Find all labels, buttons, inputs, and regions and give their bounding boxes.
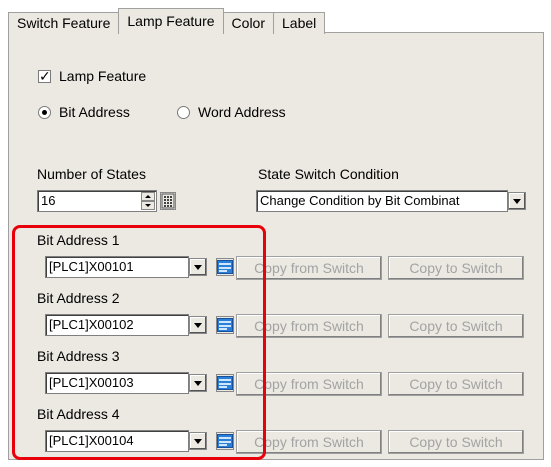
tab-switch-feature[interactable]: Switch Feature bbox=[8, 12, 120, 34]
lamp-feature-checkbox[interactable]: ✓ bbox=[38, 67, 51, 84]
tab-bar: Switch Feature Lamp Feature Color Label bbox=[8, 8, 326, 35]
address-input-button[interactable] bbox=[216, 374, 234, 392]
bit-address-label: Bit Address 1 bbox=[37, 232, 120, 248]
tab-color[interactable]: Color bbox=[222, 12, 275, 34]
address-keyboard-icon bbox=[217, 376, 233, 390]
spin-up-icon[interactable] bbox=[141, 192, 155, 201]
word-address-radio-row[interactable]: Word Address bbox=[177, 104, 286, 120]
word-address-radio[interactable] bbox=[177, 105, 190, 119]
tab-lamp-feature[interactable]: Lamp Feature bbox=[118, 8, 224, 35]
address-keyboard-icon bbox=[217, 318, 233, 332]
keypad-icon bbox=[161, 193, 175, 209]
spin-down-icon[interactable] bbox=[141, 201, 155, 210]
address-keyboard-icon bbox=[217, 260, 233, 274]
copy-to-switch-button[interactable]: Copy to Switch bbox=[388, 430, 524, 454]
bit-address-radio-row[interactable]: Bit Address bbox=[38, 104, 130, 120]
address-input-button[interactable] bbox=[216, 432, 234, 450]
copy-from-switch-button[interactable]: Copy from Switch bbox=[236, 256, 382, 280]
copy-to-switch-button[interactable]: Copy to Switch bbox=[388, 256, 524, 280]
chevron-down-icon[interactable] bbox=[189, 316, 207, 334]
states-spinner[interactable] bbox=[141, 192, 155, 210]
state-switch-condition-label: State Switch Condition bbox=[258, 166, 399, 182]
bit-address-label: Bit Address 3 bbox=[37, 348, 120, 364]
tab-label[interactable]: Label bbox=[273, 12, 326, 34]
bit-address-input[interactable]: [PLC1]X00103 bbox=[45, 372, 189, 394]
word-address-radio-label: Word Address bbox=[198, 104, 286, 120]
number-of-states-input[interactable]: 16 bbox=[37, 190, 157, 212]
copy-from-switch-button[interactable]: Copy from Switch bbox=[236, 430, 382, 454]
copy-from-switch-button[interactable]: Copy from Switch bbox=[236, 372, 382, 396]
keypad-button[interactable] bbox=[160, 192, 176, 210]
bit-address-label: Bit Address 2 bbox=[37, 290, 120, 306]
number-of-states-label: Number of States bbox=[37, 166, 146, 182]
lamp-feature-label: Lamp Feature bbox=[59, 68, 147, 84]
bit-address-input[interactable]: [PLC1]X00101 bbox=[45, 256, 189, 278]
state-switch-condition-select[interactable]: Change Condition by Bit Combinat bbox=[256, 190, 508, 212]
bit-address-input[interactable]: [PLC1]X00104 bbox=[45, 430, 189, 452]
chevron-down-icon[interactable] bbox=[508, 192, 526, 210]
address-input-button[interactable] bbox=[216, 316, 234, 334]
chevron-down-icon[interactable] bbox=[189, 432, 207, 450]
bit-address-radio[interactable] bbox=[38, 105, 51, 119]
chevron-down-icon[interactable] bbox=[189, 374, 207, 392]
copy-to-switch-button[interactable]: Copy to Switch bbox=[388, 314, 524, 338]
address-keyboard-icon bbox=[217, 434, 233, 448]
copy-from-switch-button[interactable]: Copy from Switch bbox=[236, 314, 382, 338]
address-input-button[interactable] bbox=[216, 258, 234, 276]
checkmark-icon: ✓ bbox=[39, 67, 51, 84]
bit-address-input[interactable]: [PLC1]X00102 bbox=[45, 314, 189, 336]
bit-address-radio-label: Bit Address bbox=[59, 104, 130, 120]
bit-address-label: Bit Address 4 bbox=[37, 406, 120, 422]
copy-to-switch-button[interactable]: Copy to Switch bbox=[388, 372, 524, 396]
lamp-feature-checkbox-row[interactable]: ✓ Lamp Feature bbox=[38, 68, 146, 84]
chevron-down-icon[interactable] bbox=[189, 258, 207, 276]
